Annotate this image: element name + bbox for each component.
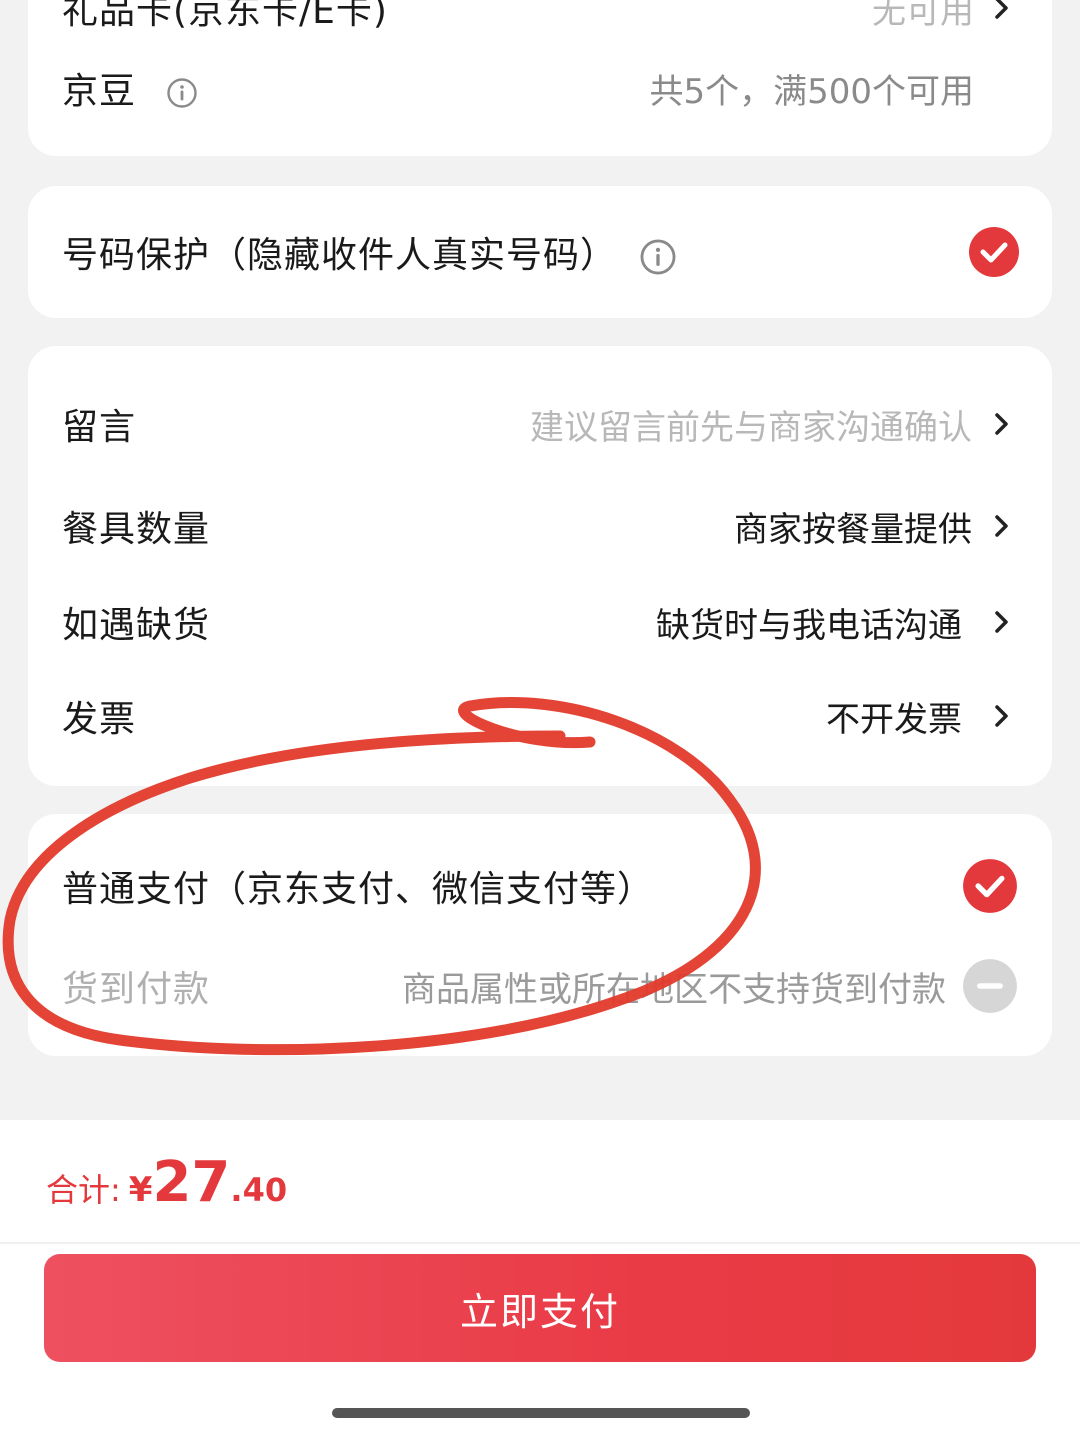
number-protection-card: 号码保护（隐藏收件人真实号码） — [28, 186, 1052, 318]
stockout-label: 如遇缺货 — [62, 605, 211, 646]
message-input[interactable]: 建议留言前先与商家沟通确认 — [530, 400, 972, 449]
check-circle-icon[interactable] — [968, 226, 1020, 278]
info-icon[interactable] — [166, 77, 198, 109]
invoice-row[interactable]: 发票 不开发票 — [28, 676, 1052, 756]
tableware-row[interactable]: 餐具数量 商家按餐量提供 — [28, 486, 1052, 566]
cod-payment-row: 货到付款 商品属性或所在地区不支持货到付款 — [28, 946, 1052, 1026]
order-total: 合计: ¥ 27 .40 — [46, 1150, 287, 1215]
chevron-right-icon — [995, 515, 1008, 537]
tableware-label: 餐具数量 — [62, 509, 211, 550]
tableware-value: 商家按餐量提供 — [734, 509, 972, 550]
chevron-right-icon — [995, 611, 1008, 633]
chevron-right-icon — [995, 705, 1008, 727]
beans-row: 京豆 共5个，满500个可用 — [28, 48, 1052, 128]
beans-label-text: 京豆 — [62, 71, 137, 112]
chevron-right-icon — [995, 0, 1008, 19]
number-protection-text: 号码保护（隐藏收件人真实号码） — [62, 235, 618, 276]
message-row[interactable]: 留言 建议留言前先与商家沟通确认 — [28, 384, 1052, 464]
payment-method-card: 普通支付（京东支付、微信支付等） 货到付款 商品属性或所在地区不支持货到付款 — [28, 814, 1052, 1056]
divider — [0, 1242, 1080, 1244]
cod-label: 货到付款 — [62, 969, 211, 1010]
normal-payment-label: 普通支付（京东支付、微信支付等） — [62, 869, 655, 910]
beans-label: 京豆 — [62, 62, 198, 114]
invoice-label: 发票 — [62, 699, 137, 740]
cod-note: 商品属性或所在地区不支持货到付款 — [402, 969, 946, 1010]
stockout-value: 缺货时与我电话沟通 — [656, 605, 962, 646]
message-label: 留言 — [62, 407, 137, 448]
checkout-page: 礼品卡(京东卡/E卡) 无可用 京豆 共5个，满500个可用 号码保护（隐藏收件… — [0, 0, 1080, 1440]
info-icon[interactable] — [639, 238, 677, 276]
home-indicator[interactable] — [332, 1408, 750, 1418]
beans-value: 共5个，满500个可用 — [649, 71, 974, 112]
stockout-row[interactable]: 如遇缺货 缺货时与我电话沟通 — [28, 582, 1052, 662]
gift-card-label: 礼品卡(京东卡/E卡) — [62, 0, 388, 32]
number-protection-row[interactable]: 号码保护（隐藏收件人真实号码） — [28, 212, 1052, 292]
chevron-right-icon — [995, 413, 1008, 435]
checkout-bottom-bar: 合计: ¥ 27 .40 立即支付 — [0, 1120, 1080, 1440]
number-protection-label: 号码保护（隐藏收件人真实号码） — [62, 226, 677, 278]
total-integer: 27 — [152, 1150, 231, 1215]
total-decimal: .40 — [230, 1171, 288, 1209]
order-options-card: 留言 建议留言前先与商家沟通确认 餐具数量 商家按餐量提供 如遇缺货 缺货时与我… — [28, 346, 1052, 786]
invoice-value: 不开发票 — [826, 699, 962, 740]
normal-payment-row[interactable]: 普通支付（京东支付、微信支付等） — [28, 846, 1052, 926]
total-label: 合计: — [46, 1171, 121, 1209]
disabled-circle-icon — [963, 959, 1017, 1013]
currency-symbol: ¥ — [128, 1170, 153, 1210]
pay-now-button[interactable]: 立即支付 — [44, 1254, 1036, 1362]
gift-card-row[interactable]: 礼品卡(京东卡/E卡) 无可用 — [28, 0, 1052, 48]
check-circle-icon[interactable] — [962, 858, 1018, 914]
discount-card: 礼品卡(京东卡/E卡) 无可用 京豆 共5个，满500个可用 — [28, 0, 1052, 156]
gift-card-value: 无可用 — [872, 0, 974, 32]
